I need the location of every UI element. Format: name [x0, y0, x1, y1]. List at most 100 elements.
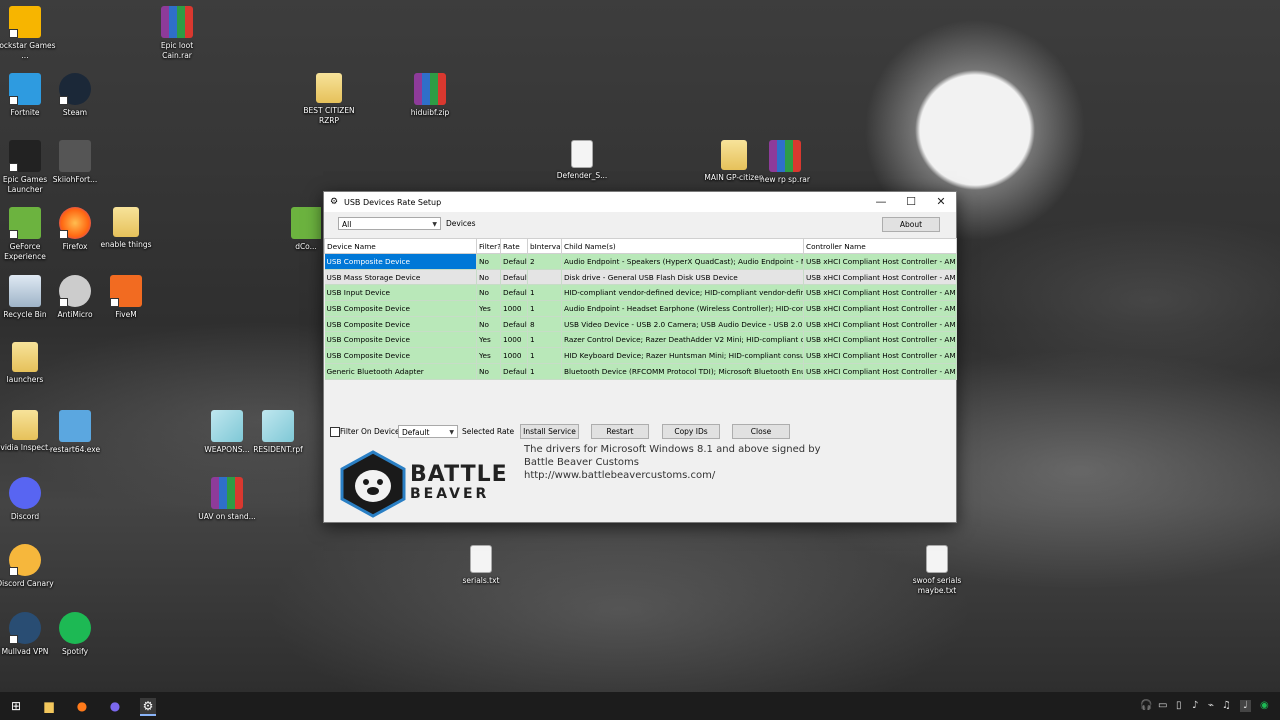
- install-service-button[interactable]: Install Service: [520, 424, 579, 439]
- windows-start-icon[interactable]: ⊞: [8, 698, 24, 714]
- desktop-icon-enable-things[interactable]: enable things: [95, 207, 157, 250]
- table-row[interactable]: USB Composite Device No Default 2 Audio Endp…: [324, 253, 957, 270]
- col-binterval[interactable]: bInterval: [527, 238, 562, 254]
- cell-child: Razer Control Device; Razer DeathAdder V…: [561, 331, 804, 349]
- cell-filter: Yes: [476, 331, 501, 349]
- desktop-icon-resident[interactable]: RESIDENT.rpf: [247, 410, 309, 455]
- cell-controller: USB xHCI Compliant Host Controller - AMD…: [803, 253, 957, 270]
- desktop-icon-defender[interactable]: Defender_S...: [551, 140, 613, 181]
- file-icon: [211, 410, 243, 442]
- filter-on-device-checkbox[interactable]: [330, 427, 340, 437]
- desktop-icon-serials[interactable]: serials.txt: [450, 545, 512, 586]
- usb-tray-icon[interactable]: ▯: [1176, 700, 1182, 712]
- cell-controller: USB xHCI Compliant Host Controller - AMD…: [803, 347, 957, 364]
- cell-binterval: [527, 269, 562, 286]
- desktop-icon-swoof-serials[interactable]: swoof serials maybe.txt: [906, 545, 968, 596]
- file-explorer-icon[interactable]: ▆: [41, 698, 57, 714]
- usb-rate-setup-taskbar-icon[interactable]: ⚙: [140, 698, 156, 716]
- table-row[interactable]: USB Composite Device No Default 8 USB Video …: [324, 316, 957, 333]
- table-row[interactable]: USB Composite Device Yes 1000 1 Audio Endpoi…: [324, 300, 957, 317]
- desktop-icon-spotify[interactable]: Spotify: [44, 612, 106, 657]
- microphone-icon[interactable]: ♩: [1240, 700, 1251, 712]
- table-header: Device Name Filter? Rate bInterval Child…: [324, 238, 957, 254]
- desktop-icon-dco[interactable]: dCo...: [291, 207, 321, 252]
- col-child-names[interactable]: Child Name(s): [561, 238, 804, 254]
- footer: BATTLE BEAVER The drivers for Microsoft …: [324, 444, 956, 522]
- about-button[interactable]: About: [882, 217, 940, 232]
- cell-filter: No: [476, 316, 501, 333]
- desktop-icon-steam[interactable]: Steam: [44, 73, 106, 118]
- epic-games-icon: [9, 140, 41, 172]
- minimize-button[interactable]: —: [866, 192, 896, 212]
- col-filter[interactable]: Filter?: [476, 238, 501, 254]
- device-filter-select[interactable]: All ▼: [338, 217, 441, 230]
- desktop-icon-rockstar[interactable]: Rockstar Games ...: [0, 6, 56, 61]
- desktop-icon-uav[interactable]: UAV on stand...: [196, 477, 258, 522]
- desktop-icon-discord-canary[interactable]: Discord Canary: [0, 544, 56, 589]
- table-row[interactable]: Generic Bluetooth Adapter No Default 1 Bluet…: [324, 363, 957, 380]
- desktop-icon-hiduibf[interactable]: hiduibf.zip: [399, 73, 461, 118]
- filter-on-device-label: Filter On Device: [340, 427, 400, 436]
- chevron-down-icon: ▼: [432, 221, 437, 228]
- toolbar: All ▼ Devices About: [338, 216, 942, 232]
- desktop-icon-epic-loot[interactable]: Epic loot Cain.rar: [146, 6, 208, 61]
- title-bar[interactable]: ⚙ USB Devices Rate Setup — ☐ ✕: [324, 192, 956, 212]
- winrar-icon: [161, 6, 193, 38]
- copy-ids-button[interactable]: Copy IDs: [662, 424, 720, 439]
- cell-rate: 1000: [500, 300, 528, 317]
- desktop-icon-best-citizen[interactable]: BEST CITIZEN RZRP: [298, 73, 360, 126]
- discord-canary-icon: [9, 544, 41, 576]
- table-row[interactable]: USB Mass Storage Device No Default Disk dri…: [324, 269, 957, 286]
- discord-taskbar-icon[interactable]: ●: [107, 698, 123, 714]
- cell-device: USB Composite Device: [324, 253, 477, 270]
- desktop-icon-discord[interactable]: Discord: [0, 477, 56, 522]
- text-file-icon: [926, 545, 948, 573]
- firefox-taskbar-icon[interactable]: ●: [74, 698, 90, 714]
- devices-label: Devices: [446, 219, 476, 228]
- cell-binterval: 2: [527, 253, 562, 270]
- table-row[interactable]: USB Composite Device Yes 1000 1 Razer Contro…: [324, 331, 957, 349]
- close-window-button[interactable]: ✕: [926, 192, 956, 212]
- cell-rate: Default: [500, 316, 528, 333]
- folder-icon: [721, 140, 747, 170]
- cell-filter: No: [476, 269, 501, 286]
- website-link[interactable]: http://www.battlebeavercustoms.com/: [524, 470, 715, 481]
- network-icon[interactable]: ⌁: [1208, 700, 1214, 712]
- maximize-button[interactable]: ☐: [896, 192, 926, 212]
- desktop-icon-fivem[interactable]: FiveM: [95, 275, 157, 320]
- tray-app-icon[interactable]: ▭: [1158, 700, 1167, 712]
- cell-binterval: 1: [527, 347, 562, 364]
- cell-binterval: 8: [527, 316, 562, 333]
- desktop-icon-restart64[interactable]: restart64.exe: [44, 410, 106, 455]
- headphones-icon[interactable]: 🎧: [1140, 700, 1152, 712]
- cell-child: Disk drive - General USB Flash Disk USB …: [561, 269, 804, 286]
- cell-controller: USB xHCI Compliant Host Controller - AMD…: [803, 284, 957, 302]
- window-title: USB Devices Rate Setup: [344, 197, 442, 207]
- chevron-down-icon: ▼: [449, 429, 454, 436]
- cell-device: USB Input Device: [324, 284, 477, 302]
- driver-info-text: The drivers for Microsoft Windows 8.1 an…: [524, 444, 821, 455]
- restart-button[interactable]: Restart: [591, 424, 649, 439]
- cell-rate: Default: [500, 363, 528, 380]
- close-button[interactable]: Close: [732, 424, 790, 439]
- cell-child: Bluetooth Device (RFCOMM Protocol TDI); …: [561, 363, 804, 380]
- desktop-icon-launchers[interactable]: launchers: [0, 342, 56, 385]
- cell-device: USB Composite Device: [324, 300, 477, 317]
- col-rate[interactable]: Rate: [500, 238, 528, 254]
- rate-select[interactable]: Default ▼: [398, 425, 458, 438]
- rate-select-value: Default: [402, 428, 430, 437]
- usb-rate-setup-window: ⚙ USB Devices Rate Setup — ☐ ✕ All ▼ Dev…: [323, 191, 957, 523]
- recycle-bin-icon: [9, 275, 41, 307]
- status-indicator-icon[interactable]: ◉: [1260, 700, 1269, 712]
- desktop-icon-skiioh[interactable]: SkiiohFort...: [44, 140, 106, 185]
- cell-device: USB Mass Storage Device: [324, 269, 477, 286]
- cell-binterval: 1: [527, 284, 562, 302]
- cell-rate: 1000: [500, 347, 528, 364]
- mic-tray-icon[interactable]: ♪: [1192, 700, 1198, 712]
- table-row[interactable]: USB Composite Device Yes 1000 1 HID Keyboard…: [324, 347, 957, 364]
- table-row[interactable]: USB Input Device No Default 1 HID-compliant …: [324, 284, 957, 302]
- volume-icon[interactable]: ♫: [1222, 700, 1231, 712]
- col-controller-name[interactable]: Controller Name: [803, 238, 957, 254]
- desktop-icon-new-rp[interactable]: new rp sp.rar: [754, 140, 816, 185]
- col-device-name[interactable]: Device Name: [324, 238, 477, 254]
